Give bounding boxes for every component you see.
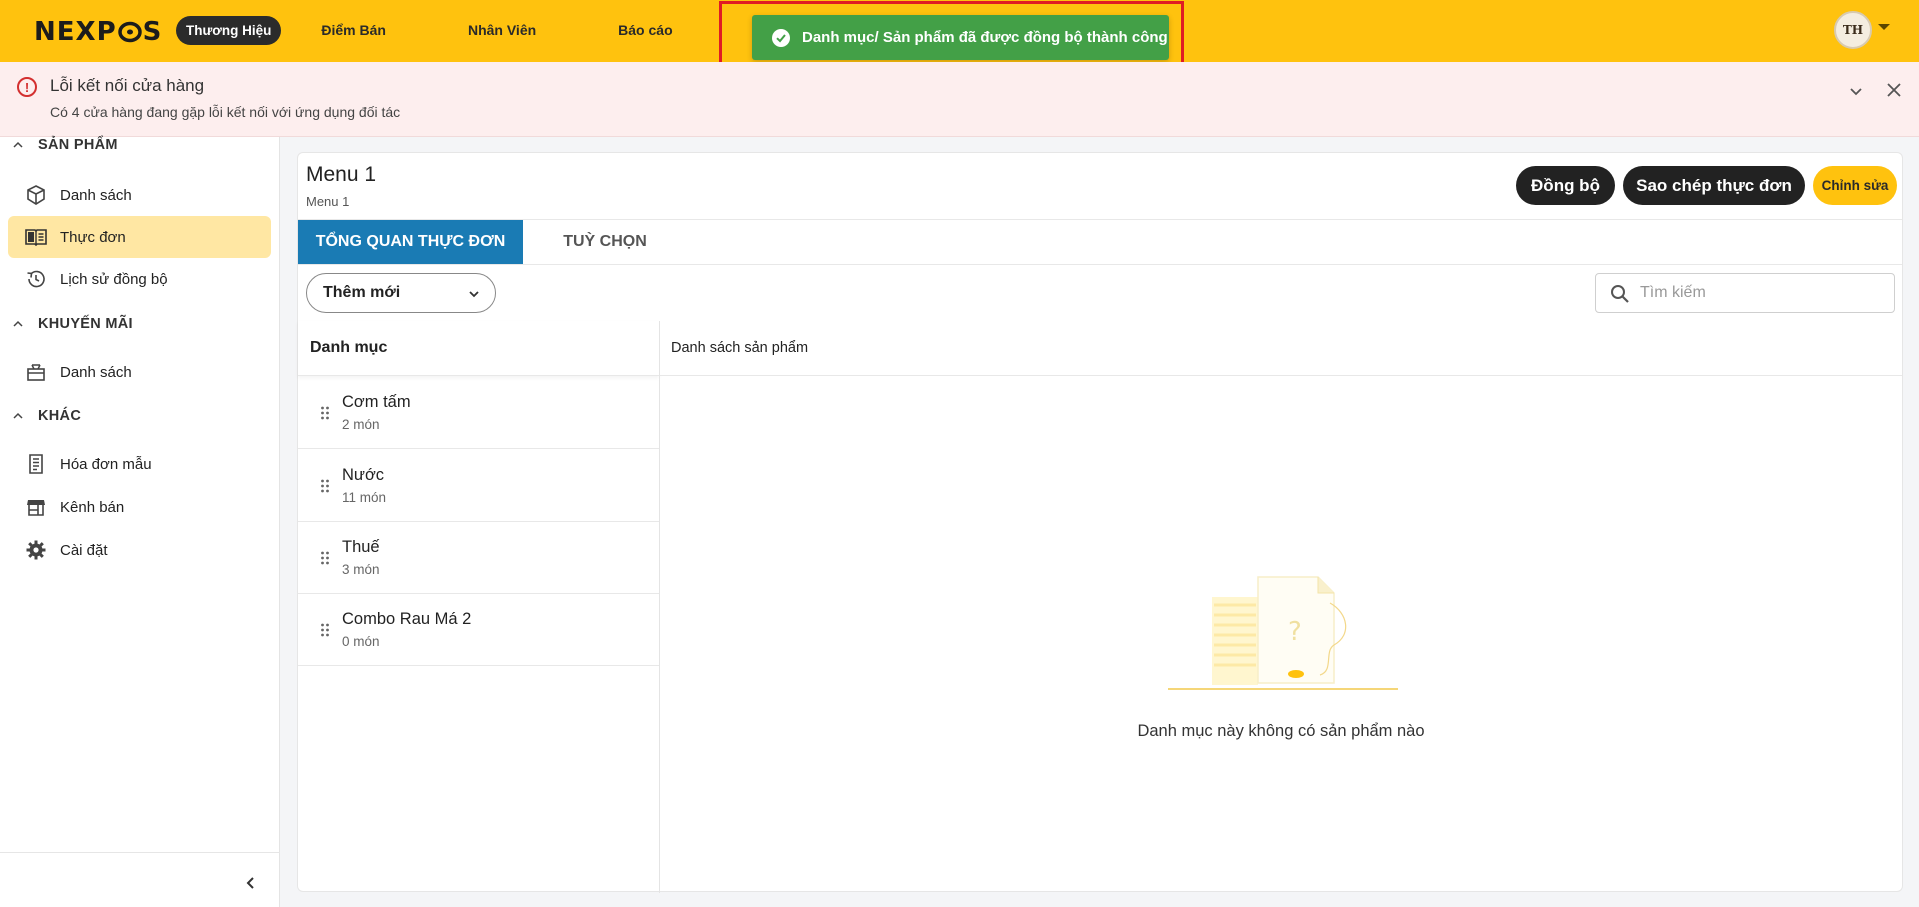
logo-text-start: NEXP	[34, 17, 117, 47]
category-name: Cơm tấm	[342, 393, 411, 411]
sidebar-item-product-list[interactable]: Danh sách	[8, 174, 271, 216]
empty-state-illustration: ?	[1168, 576, 1398, 690]
sync-button[interactable]: Đồng bộ	[1516, 166, 1615, 205]
drag-handle-icon[interactable]	[320, 622, 330, 638]
column-divider	[659, 321, 660, 893]
search-input[interactable]: Tìm kiếm	[1595, 273, 1895, 313]
chevron-down-icon[interactable]	[1845, 80, 1867, 102]
chevron-up-icon	[13, 141, 23, 148]
menu-book-icon	[24, 225, 48, 249]
sidebar-item-label: Kênh bán	[60, 498, 125, 516]
nexpos-logo[interactable]: NEXP S	[34, 17, 162, 47]
close-icon[interactable]	[1883, 79, 1905, 101]
box-icon	[24, 183, 48, 207]
sidebar-item-label: Hóa đơn mẫu	[60, 455, 152, 473]
categories-header: Danh mục	[298, 321, 659, 376]
chevron-up-icon	[13, 412, 23, 419]
category-count: 0 món	[342, 634, 380, 649]
sidebar-item-sales-channel[interactable]: Kênh bán	[8, 486, 271, 528]
sidebar-section-other[interactable]: KHÁC	[12, 408, 81, 424]
category-item[interactable]: Cơm tấm 2 món	[298, 377, 659, 449]
category-count: 3 món	[342, 562, 380, 577]
products-header: Danh sách sản phẩm	[660, 321, 1902, 376]
tab-menu-overview[interactable]: TỔNG QUAN THỰC ĐƠN	[298, 220, 523, 264]
chevron-down-icon	[469, 291, 479, 298]
copy-menu-button[interactable]: Sao chép thực đơn	[1623, 166, 1805, 205]
tab-options[interactable]: TUỲ CHỌN	[530, 220, 680, 264]
chevron-left-icon[interactable]	[243, 875, 259, 891]
section-title: KHUYẾN MÃI	[38, 316, 133, 332]
page-title: Menu 1	[306, 163, 377, 186]
menu-card: Menu 1 Menu 1 Đồng bộ Sao chép thực đơn …	[297, 152, 1903, 893]
drag-handle-icon[interactable]	[320, 405, 330, 421]
add-new-label: Thêm mới	[323, 284, 401, 301]
error-icon: !	[17, 77, 37, 97]
connection-error-alert: ! Lỗi kết nối cửa hàng Có 4 cửa hàng đan…	[0, 62, 1919, 137]
store-icon	[24, 495, 48, 519]
sidebar-item-sync-history[interactable]: Lịch sử đồng bộ	[8, 258, 271, 300]
empty-state-message: Danh mục này không có sản phẩm nào	[1137, 722, 1425, 740]
category-name: Thuế	[342, 538, 380, 556]
nav-item-reports[interactable]: Báo cáo	[608, 15, 682, 45]
add-new-dropdown[interactable]: Thêm mới	[306, 273, 496, 313]
svg-text:?: ?	[1288, 617, 1302, 647]
receipt-icon	[24, 452, 48, 476]
category-item[interactable]: Thuế 3 món	[298, 522, 659, 594]
drag-handle-icon[interactable]	[320, 550, 330, 566]
edit-button[interactable]: Chỉnh sửa	[1813, 166, 1897, 205]
category-name: Combo Rau Má 2	[342, 610, 472, 628]
sidebar-section-products[interactable]: SẢN PHẨM	[12, 137, 118, 153]
sidebar-section-promotions[interactable]: KHUYẾN MÃI	[12, 316, 133, 332]
sidebar-item-label: Danh sách	[60, 363, 132, 381]
user-avatar[interactable]: TH	[1834, 11, 1872, 49]
logo-o-icon	[117, 21, 142, 43]
page-subtitle: Menu 1	[306, 194, 350, 209]
check-circle-icon	[772, 28, 790, 47]
sidebar-item-settings[interactable]: Cài đặt	[8, 529, 271, 571]
sidebar-item-menu[interactable]: Thực đơn	[8, 216, 271, 258]
avatar-caret-icon[interactable]	[1878, 24, 1890, 30]
sidebar-footer	[0, 852, 280, 907]
sidebar-item-label: Thực đơn	[60, 228, 126, 246]
category-count: 2 món	[342, 417, 380, 432]
main-nav: Thương Hiệu Điểm Bán Nhân Viên Báo cáo	[176, 15, 745, 45]
category-count: 11 món	[342, 490, 387, 505]
sidebar-item-invoice-template[interactable]: Hóa đơn mẫu	[8, 443, 271, 485]
gift-icon	[24, 360, 48, 384]
alert-title: Lỗi kết nối cửa hàng	[50, 76, 205, 95]
sidebar-item-promo-list[interactable]: Danh sách	[8, 351, 271, 393]
category-item[interactable]: Combo Rau Má 2 0 món	[298, 594, 659, 666]
sidebar-item-label: Lịch sử đồng bộ	[60, 270, 168, 288]
search-placeholder: Tìm kiếm	[1640, 284, 1706, 301]
chevron-up-icon	[13, 320, 23, 327]
nav-item-brand[interactable]: Thương Hiệu	[176, 15, 282, 45]
alert-description: Có 4 cửa hàng đang gặp lỗi kết nối với ứ…	[50, 104, 401, 120]
category-item[interactable]: Nước 11 món	[298, 450, 659, 522]
search-icon	[1611, 285, 1629, 303]
divider	[298, 264, 1902, 265]
category-name: Nước	[342, 466, 385, 484]
toast-message: Danh mục/ Sản phẩm đã được đồng bộ thành…	[802, 29, 1168, 46]
nav-item-staff[interactable]: Nhân Viên	[458, 15, 546, 45]
success-toast: Danh mục/ Sản phẩm đã được đồng bộ thành…	[752, 15, 1169, 60]
nav-item-outlets[interactable]: Điểm Bán	[311, 15, 396, 45]
gear-icon	[24, 538, 48, 562]
sidebar-item-label: Cài đặt	[60, 541, 108, 559]
logo-text-end: S	[142, 17, 163, 47]
section-title: SẢN PHẨM	[38, 137, 118, 153]
sidebar: SẢN PHẨM Danh sách Thực đơn Lịch sử đồng…	[0, 137, 280, 907]
sidebar-item-label: Danh sách	[60, 186, 132, 204]
drag-handle-icon[interactable]	[320, 478, 330, 494]
history-icon	[24, 267, 48, 291]
avatar-initials: TH	[1842, 23, 1864, 37]
section-title: KHÁC	[38, 408, 82, 424]
